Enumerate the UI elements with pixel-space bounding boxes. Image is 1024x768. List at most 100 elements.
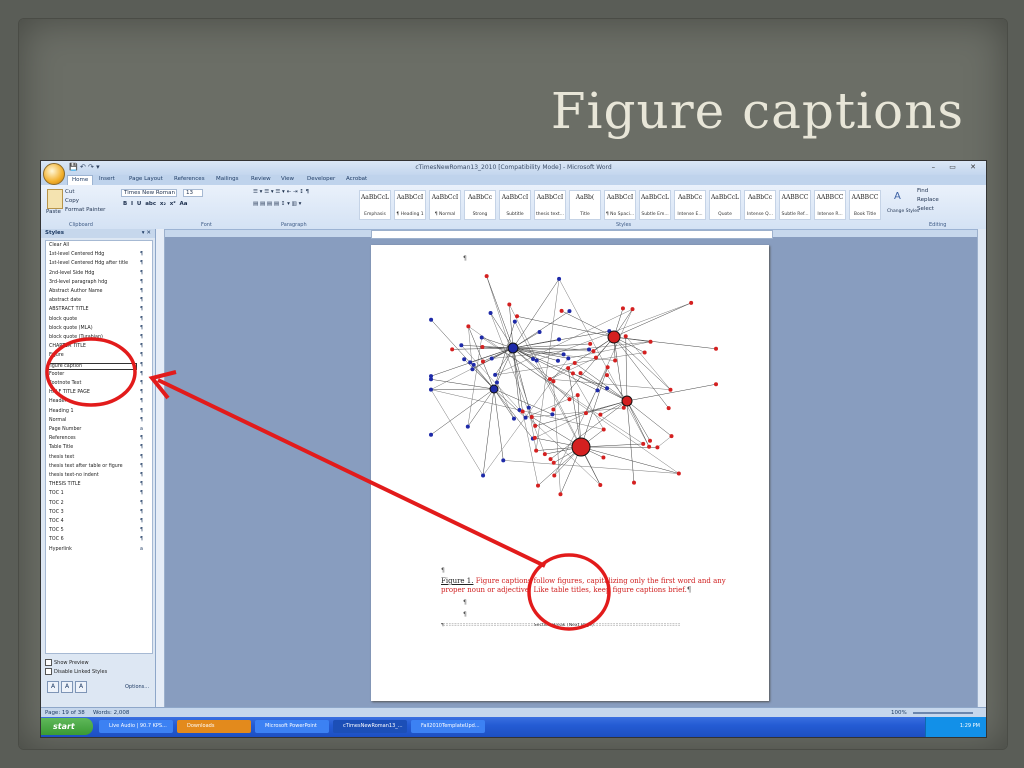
change-styles-button[interactable]: Change Styles [887,209,919,214]
quick-style-4[interactable]: AaBbCcI Subtitle [499,190,531,220]
vertical-scrollbar[interactable] [977,229,986,707]
quick-style-1[interactable]: AaBbCcI ¶ Heading 1 [394,190,426,220]
new-style-button[interactable]: A [47,681,59,693]
style-item[interactable]: Figure caption [47,362,137,370]
style-item[interactable]: Heading 1 [49,409,74,414]
quick-style-0[interactable]: AaBbCcL Emphasis [359,190,391,220]
font-name-box[interactable]: Times New Roman [121,189,177,197]
style-item[interactable]: Page Number [49,427,81,432]
editing-group-label: Editing [929,222,947,228]
align-buttons[interactable]: ▤ ▤ ▤ ▤ ↕ ▾ ▥ ▾ [253,201,301,207]
font-size-box[interactable]: 13 [183,189,203,197]
style-item[interactable]: CHAPTER TITLE [49,344,86,349]
style-item[interactable]: Clear All [49,243,69,248]
tab-page-layout[interactable]: Page Layout [129,176,163,182]
quick-style-12[interactable]: AABBCC Subtle Ref... [779,190,811,220]
manage-styles-button[interactable]: A [75,681,87,693]
copy-button[interactable]: Copy [65,198,79,204]
style-item[interactable]: 3rd-level paragraph hdg [49,280,107,285]
tab-review[interactable]: Review [251,176,271,182]
style-item[interactable]: Figure [49,353,64,358]
zoom-level[interactable]: 100% [891,710,907,716]
format-painter-button[interactable]: Format Painter [65,207,105,213]
style-item[interactable]: TOC 4 [49,519,64,524]
task-downloads[interactable]: Downloads [177,720,251,733]
style-item[interactable]: thesis text after table or figure [49,464,123,469]
style-item[interactable]: TOC 1 [49,491,64,496]
style-item[interactable]: TOC 5 [49,528,64,533]
quick-style-8[interactable]: AaBbCcL Subtle Em... [639,190,671,220]
quick-style-14[interactable]: AABBCC Book Title [849,190,881,220]
page-count[interactable]: Page: 19 of 38 [45,710,85,716]
style-item[interactable]: Normal [49,418,66,423]
figure-caption[interactable]: Figure 1. Figure captions follow figures… [441,577,751,595]
start-button[interactable]: start [41,718,93,735]
style-item[interactable]: References [49,436,76,441]
quick-style-5[interactable]: AaBbCcI thesis text... [534,190,566,220]
style-item[interactable]: HALF TITLE PAGE [49,390,90,395]
style-item[interactable]: 1st-level Centered Hdg after title [49,261,128,266]
style-item[interactable]: Footer [49,372,64,377]
word-count[interactable]: Words: 2,008 [93,710,129,716]
find-button[interactable]: Find [917,188,928,194]
font-format-buttons[interactable]: B I U abc x₂ x² Aa [123,201,187,207]
task-powerpoint[interactable]: Microsoft PowerPoint [255,720,329,733]
style-item[interactable]: thesis text-no indent [49,473,99,478]
style-item[interactable]: block quote (MLA) [49,326,93,331]
style-item[interactable]: block quote [49,317,77,322]
window-controls[interactable]: – ▭ ✕ [932,163,982,171]
style-item[interactable]: ABSTRACT TITLE [49,307,89,312]
style-item[interactable]: 1st-level Centered Hdg [49,252,104,257]
style-item[interactable]: thesis text [49,455,74,460]
tab-home[interactable]: Home [67,175,94,185]
horizontal-ruler[interactable] [371,230,773,239]
quick-style-9[interactable]: AaBbCc Intense E... [674,190,706,220]
disable-linked-checkbox[interactable]: Disable Linked Styles [45,668,107,675]
style-item[interactable]: TOC 3 [49,510,64,515]
network-figure[interactable] [371,261,769,571]
style-item[interactable]: TOC 6 [49,537,64,542]
style-item[interactable]: Footnote Text [49,381,81,386]
quick-style-7[interactable]: AaBbCcI ¶ No Spaci... [604,190,636,220]
quick-style-10[interactable]: AaBbCcL Quote [709,190,741,220]
style-type-icon: ¶ [139,399,143,405]
tab-insert[interactable]: Insert [99,176,115,182]
task-live-audio[interactable]: Live Audio | 90.7 KPS... [99,720,173,733]
close-icon[interactable]: ▾ ✕ [142,230,151,236]
quick-style-11[interactable]: AaBbCc Intense Q... [744,190,776,220]
paste-button[interactable]: Paste [46,209,61,215]
replace-button[interactable]: Replace [917,197,939,203]
style-item[interactable]: Header [49,399,66,404]
list-buttons[interactable]: ☰ ▾ ☰ ▾ ☰ ▾ ⇤ ⇥ ↕ ¶ [253,189,309,195]
show-preview-checkbox[interactable]: Show Preview [45,659,89,666]
quick-style-6[interactable]: AaBb(Title [569,190,601,220]
style-item[interactable]: 2nd-level Side Hdg [49,271,94,276]
options-link[interactable]: Options... [125,684,149,690]
graph-edge [512,347,570,400]
paste-icon[interactable] [47,189,63,209]
style-item[interactable]: TOC 2 [49,501,64,506]
style-item[interactable]: THESIS TITLE [49,482,81,487]
quick-style-13[interactable]: AABBCC Intense R... [814,190,846,220]
graph-edge [567,368,604,430]
task-fall2010[interactable]: Fall2010TemplateUpd... [411,720,485,733]
tab-references[interactable]: References [174,176,205,182]
task-word[interactable]: cTimesNewRoman13_... [333,720,407,733]
tab-view[interactable]: View [281,176,294,182]
tab-mailings[interactable]: Mailings [216,176,239,182]
tab-developer[interactable]: Developer [307,176,335,182]
quick-style-2[interactable]: AaBbCcI ¶ Normal [429,190,461,220]
office-button[interactable] [43,163,65,185]
tab-acrobat[interactable]: Acrobat [346,176,367,182]
style-item[interactable]: Abstract Author Name [49,289,103,294]
style-item[interactable]: abstract date [49,298,81,303]
select-button[interactable]: Select [917,206,934,212]
style-type-icon: ¶ [139,344,143,350]
quick-style-3[interactable]: AaBbCc Strong [464,190,496,220]
style-item[interactable]: Hyperlink [49,547,72,552]
style-inspector-button[interactable]: A [61,681,73,693]
cut-button[interactable]: Cut [65,189,74,195]
style-item[interactable]: Table Title [49,445,73,450]
style-item[interactable]: block quote (Turabian) [49,335,103,340]
zoom-slider[interactable] [913,712,973,714]
